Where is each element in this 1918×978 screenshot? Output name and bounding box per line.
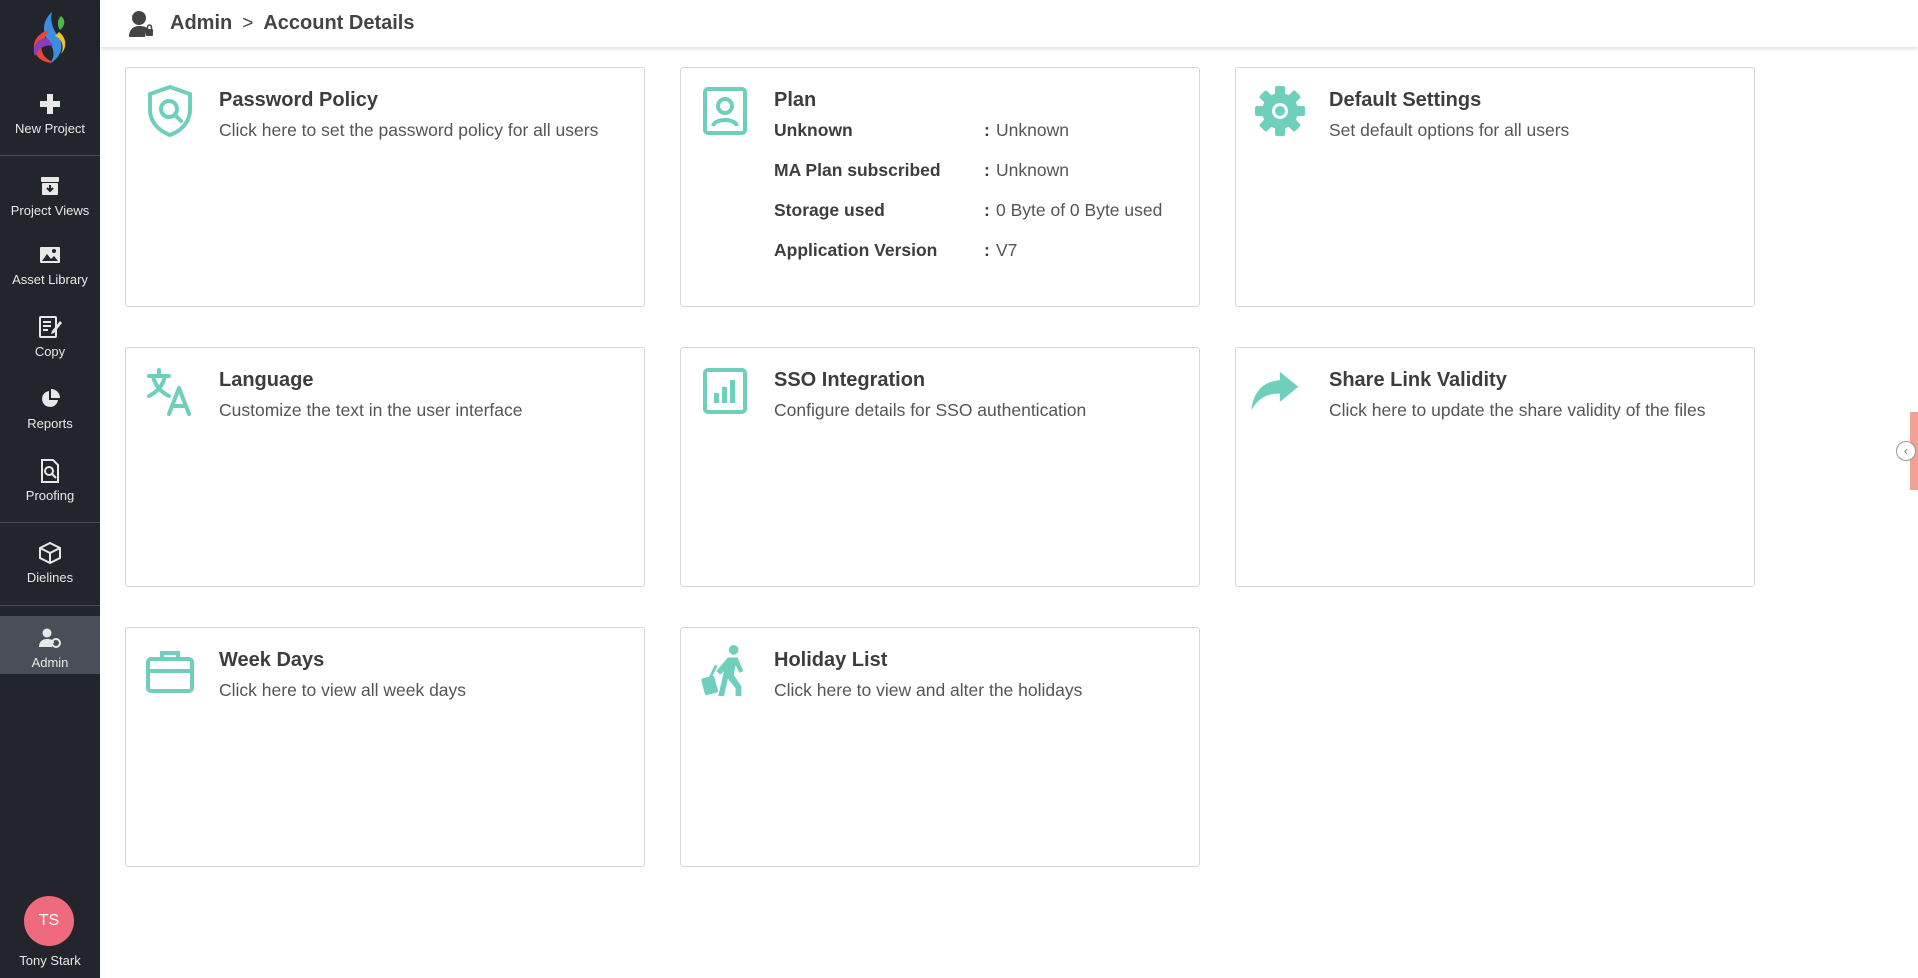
plan-value: Unknown <box>996 120 1069 140</box>
card-title: Language <box>219 369 314 391</box>
share-arrow-icon <box>1248 364 1300 418</box>
sidebar-item-reports[interactable]: Reports <box>0 387 100 431</box>
sidebar-item-label: Admin <box>31 655 69 670</box>
plan-colon: : <box>984 240 990 260</box>
card-sso-integration[interactable]: SSO Integration Configure details for SS… <box>680 347 1200 587</box>
card-language[interactable]: Language Customize the text in the user … <box>125 347 645 587</box>
card-title: Share Link Validity <box>1329 369 1507 391</box>
archive-icon <box>38 174 62 198</box>
sidebar-item-project-views[interactable]: Project Views <box>0 174 100 218</box>
plan-key: Application Version <box>774 240 938 260</box>
card-plan[interactable]: Plan Unknown : Unknown MA Plan subscribe… <box>680 67 1200 307</box>
sidebar-item-label: Dielines <box>26 570 74 585</box>
card-description: Set default options for all users <box>1329 120 1570 140</box>
user-name: Tony Stark <box>19 953 81 968</box>
sidebar-item-asset-library[interactable]: Asset Library <box>0 243 100 287</box>
card-title: Plan <box>774 89 817 111</box>
edit-document-icon <box>38 315 62 339</box>
sidebar: New Project Project Views Asset Library … <box>0 0 100 978</box>
card-title: Default Settings <box>1329 89 1482 111</box>
divider <box>0 605 100 606</box>
sidebar-item-admin[interactable]: Admin <box>0 616 100 674</box>
plus-icon <box>38 92 62 116</box>
sidebar-item-label: Copy <box>34 344 66 359</box>
chart-box-icon <box>699 364 751 418</box>
chevron-left-icon[interactable]: ‹ <box>1896 441 1916 461</box>
card-share-link-validity[interactable]: Share Link Validity Click here to update… <box>1235 347 1755 587</box>
pie-chart-icon <box>38 387 62 411</box>
plan-colon: : <box>984 120 990 140</box>
gear-icon <box>1254 84 1306 138</box>
image-icon <box>38 243 62 267</box>
card-default-settings[interactable]: Default Settings Set default options for… <box>1235 67 1755 307</box>
divider <box>0 155 100 156</box>
card-password-policy[interactable]: Password Policy Click here to set the pa… <box>125 67 645 307</box>
admin-user-icon <box>38 626 62 650</box>
card-description: Configure details for SSO authentication <box>774 400 1087 420</box>
sidebar-item-label: Asset Library <box>12 272 88 287</box>
page-header: Admin > Account Details <box>100 0 1918 47</box>
sidebar-item-label: Proofing <box>25 488 75 503</box>
card-description: Click here to view and alter the holiday… <box>774 680 1083 700</box>
card-title: Holiday List <box>774 649 888 671</box>
plan-colon: : <box>984 160 990 180</box>
sidebar-item-dielines[interactable]: Dielines <box>0 541 100 585</box>
brand-logo[interactable] <box>25 8 75 68</box>
card-title: SSO Integration <box>774 369 926 391</box>
sidebar-item-new-project[interactable]: New Project <box>0 92 100 136</box>
card-week-days[interactable]: Week Days Click here to view all week da… <box>125 627 645 867</box>
plan-key: Unknown <box>774 120 853 140</box>
card-description: Click here to view all week days <box>219 680 467 700</box>
proofing-icon <box>38 459 62 483</box>
translate-icon <box>144 364 196 418</box>
box-icon <box>38 541 62 565</box>
sidebar-item-proofing[interactable]: Proofing <box>0 459 100 503</box>
breadcrumb-current: Account Details <box>263 12 415 34</box>
plan-value: 0 Byte of 0 Byte used <box>996 200 1163 220</box>
plan-colon: : <box>984 200 990 220</box>
avatar[interactable]: TS <box>24 896 74 946</box>
card-description: Customize the text in the user interface <box>219 400 523 420</box>
sidebar-item-label: Reports <box>27 416 73 431</box>
traveler-icon <box>699 644 751 698</box>
plan-value: Unknown <box>996 160 1069 180</box>
sidebar-item-label: Project Views <box>10 203 90 218</box>
divider <box>0 522 100 523</box>
id-badge-icon <box>699 84 751 138</box>
card-holiday-list[interactable]: Holiday List Click here to view and alte… <box>680 627 1200 867</box>
briefcase-icon <box>144 644 196 698</box>
breadcrumb-separator: > <box>242 12 254 34</box>
sidebar-item-copy[interactable]: Copy <box>0 315 100 359</box>
shield-search-icon <box>144 84 196 138</box>
plan-value: V7 <box>996 240 1018 260</box>
plan-key: Storage used <box>774 200 885 220</box>
sidebar-item-label: New Project <box>14 121 86 136</box>
plan-key: MA Plan subscribed <box>774 160 941 180</box>
card-description: Click here to set the password policy fo… <box>219 120 599 140</box>
card-title: Password Policy <box>219 89 378 111</box>
admin-user-icon <box>128 10 154 38</box>
card-title: Week Days <box>219 649 325 671</box>
card-description: Click here to update the share validity … <box>1329 400 1706 420</box>
breadcrumb-admin[interactable]: Admin <box>170 12 232 35</box>
